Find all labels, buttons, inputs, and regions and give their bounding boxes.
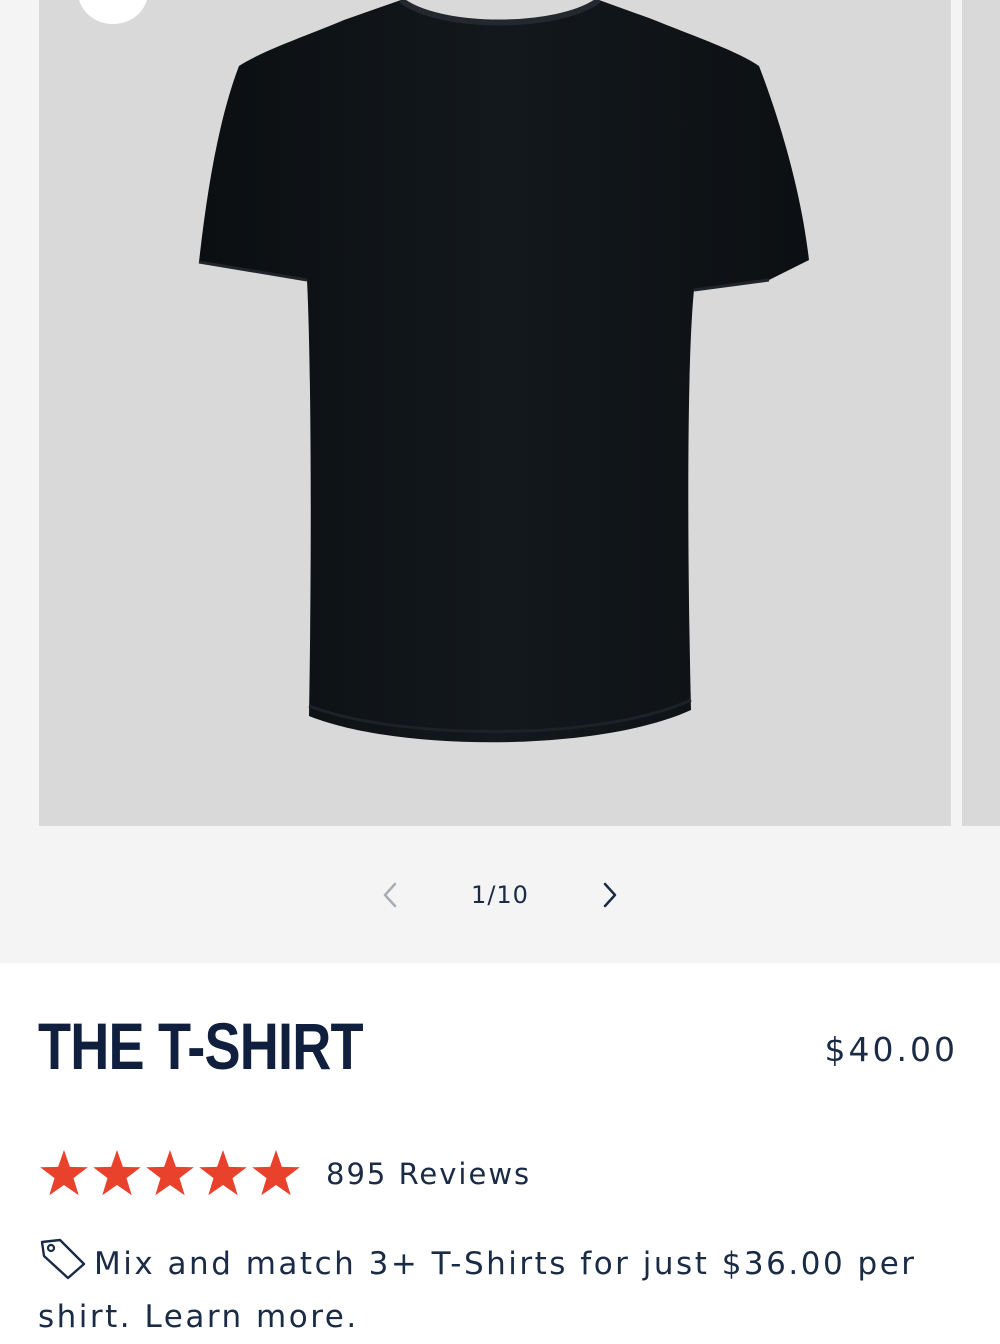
gallery-counter: 1/10	[471, 881, 529, 909]
product-image	[198, 0, 809, 743]
learn-more-link[interactable]: Learn more.	[145, 1299, 359, 1335]
tag-icon	[40, 1238, 86, 1280]
gallery-prev-button[interactable]	[370, 868, 410, 922]
star-rating	[38, 1148, 302, 1200]
product-rating[interactable]: 895 Reviews	[38, 1144, 531, 1204]
bundle-promo: Mix and match 3+ T-Shirts for just $36.0…	[38, 1236, 938, 1344]
product-title: THE T-SHIRT	[38, 1009, 364, 1083]
star-icon	[40, 1150, 88, 1196]
star-icon	[93, 1150, 141, 1196]
gallery-slide-next[interactable]	[962, 0, 1000, 826]
reviews-link[interactable]: 895 Reviews	[326, 1157, 531, 1191]
chevron-left-icon	[383, 882, 397, 908]
star-icon	[252, 1150, 300, 1196]
gallery-slide-current[interactable]	[39, 0, 951, 826]
star-icon	[146, 1150, 194, 1196]
gallery-next-button[interactable]	[590, 868, 630, 922]
gallery-pager: 1/10	[370, 868, 630, 922]
product-gallery: 1/10	[0, 0, 1000, 963]
chevron-right-icon	[603, 882, 617, 908]
product-price: $40.00	[824, 1030, 958, 1069]
star-icon	[199, 1150, 247, 1196]
